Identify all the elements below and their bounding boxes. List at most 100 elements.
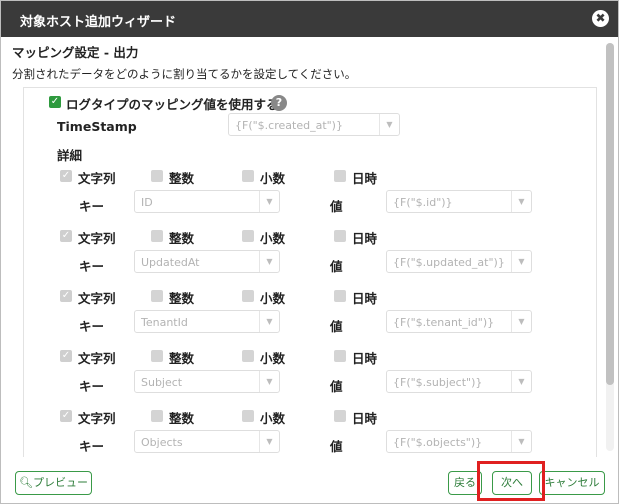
value-select-value: {F("$.updated_at")}: [393, 256, 505, 269]
value-select[interactable]: {F("$.subject")} ▼: [386, 370, 532, 393]
value-select[interactable]: {F("$.tenant_id")} ▼: [386, 310, 532, 333]
type-integer-label: 整数: [169, 411, 195, 426]
timestamp-label: TimeStamp: [57, 119, 137, 134]
dialog-title: 対象ホスト追加ウィザード: [20, 15, 177, 30]
section-description: 分割されたデータをどのように割り当てるかを設定してください。: [12, 67, 357, 81]
type-decimal-checkbox[interactable]: [242, 170, 254, 182]
type-integer-label: 整数: [169, 171, 195, 186]
value-select[interactable]: {F("$.updated_at")} ▼: [386, 250, 532, 273]
type-integer-label: 整数: [169, 231, 195, 246]
key-label: キー: [79, 439, 105, 454]
chevron-down-icon: ▼: [379, 114, 399, 135]
key-select-value: Subject: [141, 376, 183, 389]
magnifier-icon: 🔍︎: [19, 476, 33, 489]
type-decimal-checkbox[interactable]: [242, 290, 254, 302]
type-string-label: 文字列: [78, 171, 116, 186]
chevron-down-icon: ▼: [259, 191, 279, 212]
value-label: 値: [330, 259, 343, 274]
type-string-label: 文字列: [78, 351, 116, 366]
value-select-value: {F("$.id")}: [393, 196, 453, 209]
type-decimal-checkbox[interactable]: [242, 410, 254, 422]
close-icon[interactable]: ✖: [592, 10, 609, 27]
type-string-checkbox[interactable]: ✓: [60, 170, 72, 182]
type-decimal-checkbox[interactable]: [242, 350, 254, 362]
type-decimal-label: 小数: [260, 291, 286, 306]
type-datetime-checkbox[interactable]: [334, 410, 346, 422]
type-decimal-label: 小数: [260, 231, 286, 246]
mapping-panel: ✓ ログタイプのマッピング値を使用する ? TimeStamp {F("$.cr…: [23, 87, 597, 457]
key-label: キー: [79, 319, 105, 334]
chevron-down-icon: ▼: [511, 191, 531, 212]
chevron-down-icon: ▼: [259, 251, 279, 272]
scrollbar-thumb[interactable]: [606, 43, 614, 385]
cancel-button[interactable]: キャンセル: [539, 471, 605, 495]
type-string-checkbox[interactable]: ✓: [60, 410, 72, 422]
value-label: 値: [330, 199, 343, 214]
next-button-highlight: [477, 461, 545, 501]
type-string-label: 文字列: [78, 291, 116, 306]
type-integer-checkbox[interactable]: [151, 230, 163, 242]
type-datetime-label: 日時: [352, 231, 378, 246]
key-label: キー: [79, 379, 105, 394]
log-type-checkbox[interactable]: ✓: [49, 96, 61, 108]
type-datetime-checkbox[interactable]: [334, 230, 346, 242]
chevron-down-icon: ▼: [511, 311, 531, 332]
wizard-dialog: 対象ホスト追加ウィザード ✖ マッピング設定 - 出力 分割されたデータをどのよ…: [0, 0, 619, 504]
type-datetime-label: 日時: [352, 291, 378, 306]
chevron-down-icon: ▼: [511, 431, 531, 452]
log-type-label: ログタイプのマッピング値を使用する: [66, 97, 279, 112]
type-datetime-checkbox[interactable]: [334, 290, 346, 302]
back-button-label: 戻る: [454, 476, 476, 489]
key-select-value: UpdatedAt: [141, 256, 200, 269]
type-decimal-label: 小数: [260, 351, 286, 366]
type-datetime-checkbox[interactable]: [334, 170, 346, 182]
preview-button[interactable]: 🔍︎プレビュー: [15, 471, 92, 495]
chevron-down-icon: ▼: [259, 311, 279, 332]
cancel-button-label: キャンセル: [544, 476, 600, 489]
details-label: 詳細: [57, 148, 83, 163]
value-label: 値: [330, 379, 343, 394]
type-datetime-label: 日時: [352, 171, 378, 186]
key-select[interactable]: UpdatedAt ▼: [134, 250, 280, 273]
key-select-value: TenantId: [141, 316, 188, 329]
type-integer-label: 整数: [169, 351, 195, 366]
value-select[interactable]: {F("$.id")} ▼: [386, 190, 532, 213]
chevron-down-icon: ▼: [259, 371, 279, 392]
type-integer-checkbox[interactable]: [151, 410, 163, 422]
key-select-value: ID: [141, 196, 153, 209]
key-label: キー: [79, 259, 105, 274]
timestamp-select[interactable]: {F("$.created_at")} ▼: [228, 113, 400, 136]
scrollbar[interactable]: [606, 43, 614, 451]
value-select-value: {F("$.subject")}: [393, 376, 483, 389]
type-string-checkbox[interactable]: ✓: [60, 290, 72, 302]
timestamp-select-value: {F("$.created_at")}: [235, 119, 343, 132]
type-decimal-label: 小数: [260, 411, 286, 426]
value-label: 値: [330, 319, 343, 334]
type-string-label: 文字列: [78, 231, 116, 246]
help-icon[interactable]: ?: [271, 95, 287, 111]
key-select[interactable]: Subject ▼: [134, 370, 280, 393]
content-area: マッピング設定 - 出力 分割されたデータをどのように割り当てるかを設定してくだ…: [1, 37, 618, 457]
section-heading: マッピング設定 - 出力: [12, 45, 139, 60]
type-decimal-label: 小数: [260, 171, 286, 186]
key-select[interactable]: Objects ▼: [134, 430, 280, 453]
type-decimal-checkbox[interactable]: [242, 230, 254, 242]
type-integer-label: 整数: [169, 291, 195, 306]
key-select[interactable]: TenantId ▼: [134, 310, 280, 333]
type-string-checkbox[interactable]: ✓: [60, 230, 72, 242]
type-datetime-label: 日時: [352, 411, 378, 426]
title-bar: 対象ホスト追加ウィザード ✖: [1, 1, 618, 37]
type-datetime-checkbox[interactable]: [334, 350, 346, 362]
type-string-label: 文字列: [78, 411, 116, 426]
key-select[interactable]: ID ▼: [134, 190, 280, 213]
type-integer-checkbox[interactable]: [151, 350, 163, 362]
type-integer-checkbox[interactable]: [151, 170, 163, 182]
value-select-value: {F("$.tenant_id")}: [393, 316, 495, 329]
type-integer-checkbox[interactable]: [151, 290, 163, 302]
chevron-down-icon: ▼: [511, 371, 531, 392]
value-label: 値: [330, 439, 343, 454]
key-select-value: Objects: [141, 436, 183, 449]
type-datetime-label: 日時: [352, 351, 378, 366]
type-string-checkbox[interactable]: ✓: [60, 350, 72, 362]
value-select[interactable]: {F("$.objects")} ▼: [386, 430, 532, 453]
